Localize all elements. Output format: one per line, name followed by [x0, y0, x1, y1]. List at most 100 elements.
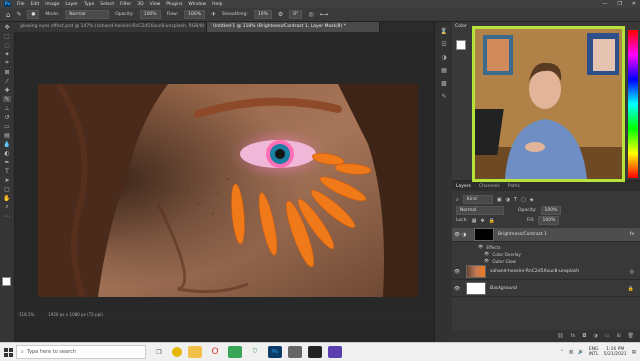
eyedropper-tool-icon[interactable]: ⁄: [3, 78, 11, 85]
clone-stamp-tool-icon[interactable]: ⊥: [3, 105, 11, 112]
angle-input[interactable]: 0°: [289, 10, 303, 19]
hue-slider[interactable]: [628, 30, 638, 178]
properties-panel-icon[interactable]: ☰: [440, 41, 448, 48]
notifications-icon[interactable]: ▤: [632, 350, 636, 355]
fill-input[interactable]: 100%: [538, 216, 560, 225]
marquee-tool-icon[interactable]: ⬚: [3, 33, 11, 40]
chrome-icon[interactable]: [172, 347, 182, 357]
photoshop-taskbar-icon[interactable]: Ps: [268, 346, 282, 358]
gradient-tool-icon[interactable]: ▤: [3, 132, 11, 139]
blur-tool-icon[interactable]: 💧: [3, 141, 11, 148]
swatches-panel-icon[interactable]: ▩: [440, 80, 448, 87]
lasso-tool-icon[interactable]: ◌: [3, 42, 11, 49]
app-icon-shield[interactable]: ⛉: [248, 346, 262, 358]
layer-name[interactable]: sahand-hoseini-RnC2d5Xxuc8-unsplash: [490, 269, 579, 274]
flow-input[interactable]: 100%: [184, 10, 205, 19]
network-icon[interactable]: ▥: [569, 350, 573, 355]
menu-edit[interactable]: Edit: [31, 2, 40, 7]
dodge-tool-icon[interactable]: ◐: [3, 150, 11, 157]
tray-overflow-icon[interactable]: ⌃: [560, 350, 564, 355]
fx-badge[interactable]: fx: [630, 232, 634, 237]
brushes-panel-icon[interactable]: ✎: [440, 93, 448, 100]
eraser-tool-icon[interactable]: ▭: [3, 123, 11, 130]
blend-mode-select[interactable]: Normal: [456, 206, 504, 215]
start-button[interactable]: [0, 343, 16, 361]
effect-color-overlay-row[interactable]: 👁 Color Overlay: [484, 251, 521, 257]
layer-name[interactable]: Brightness/Contrast 1: [498, 232, 547, 237]
menu-type[interactable]: Type: [84, 2, 94, 7]
filter-shape-icon[interactable]: ▢: [521, 197, 526, 203]
app-icon-purple[interactable]: [328, 346, 342, 358]
filter-smart-icon[interactable]: ◈: [530, 197, 534, 203]
pen-tool-icon[interactable]: ✒: [3, 159, 11, 166]
add-style-icon[interactable]: fx: [571, 333, 576, 339]
layer-row-photo[interactable]: 👁 sahand-hoseini-RnC2d5Xxuc8-unsplash ◎: [452, 264, 640, 280]
menu-filter[interactable]: Filter: [120, 2, 131, 7]
filter-pixel-icon[interactable]: ▣: [497, 197, 502, 203]
menu-help[interactable]: Help: [212, 2, 222, 7]
lock-pixels-icon[interactable]: ▦: [472, 218, 477, 224]
more-tools-icon[interactable]: ⋯: [3, 213, 11, 220]
zoom-level[interactable]: 118.1%: [19, 312, 34, 317]
frame-tool-icon[interactable]: ⊠: [3, 69, 11, 76]
quick-select-tool-icon[interactable]: ✦: [3, 51, 11, 58]
menu-window[interactable]: Window: [188, 2, 206, 7]
new-layer-icon[interactable]: ⊞: [616, 333, 620, 339]
tab-untitled-1[interactable]: Untitled-1 @ 118% (Brightness/Contrast 1…: [207, 22, 380, 32]
app-icon-green[interactable]: [228, 346, 242, 358]
lock-all-icon[interactable]: 🔒: [489, 218, 495, 224]
eye-icon[interactable]: 👁: [484, 251, 489, 257]
filter-type-icon[interactable]: T: [514, 197, 517, 203]
crop-tool-icon[interactable]: ⌗: [3, 59, 11, 66]
fg-bg-swatch-icon[interactable]: [456, 40, 466, 50]
new-group-icon[interactable]: ▭: [605, 333, 610, 339]
symmetry-icon[interactable]: ⟷: [320, 11, 329, 18]
tab-glowing-eyes[interactable]: glowing eyes effect.psd @ 147% (sahand-h…: [14, 22, 207, 32]
layer-opacity-input[interactable]: 100%: [540, 206, 562, 215]
tab-layers[interactable]: Layers: [456, 184, 471, 189]
history-brush-tool-icon[interactable]: ↺: [3, 114, 11, 121]
maximize-icon[interactable]: ❐: [617, 1, 621, 7]
hand-tool-icon[interactable]: ✋: [3, 195, 11, 202]
brush-size-picker[interactable]: ●: [27, 10, 40, 19]
menu-layer[interactable]: Layer: [65, 2, 78, 7]
menu-select[interactable]: Select: [100, 2, 114, 7]
foreground-color-swatch[interactable]: [2, 277, 11, 286]
delete-layer-icon[interactable]: 🗑: [628, 333, 634, 339]
airbrush-icon[interactable]: ✈: [211, 11, 216, 18]
menu-3d[interactable]: 3D: [137, 2, 143, 7]
file-explorer-icon[interactable]: [188, 346, 202, 358]
mode-select[interactable]: Normal: [65, 10, 110, 19]
visibility-eye-icon[interactable]: 👁: [452, 269, 462, 275]
lock-position-icon[interactable]: ✥: [481, 218, 485, 224]
region-indicator[interactable]: INTL: [589, 352, 599, 357]
settings-gear-icon[interactable]: ⚙: [278, 11, 283, 18]
layer-name[interactable]: Background: [490, 286, 517, 291]
tab-channels[interactable]: Channels: [479, 184, 500, 189]
zoom-tool-icon[interactable]: ⌕: [3, 203, 11, 210]
opacity-input[interactable]: 100%: [139, 10, 161, 19]
add-mask-icon[interactable]: ◘: [582, 333, 586, 339]
task-view-icon[interactable]: ❐: [152, 346, 166, 358]
app-icon-dark[interactable]: [308, 346, 322, 358]
filter-adjustment-icon[interactable]: ◑: [506, 197, 510, 203]
home-icon[interactable]: ⌂: [6, 11, 10, 19]
menu-view[interactable]: View: [150, 2, 161, 7]
visibility-eye-icon[interactable]: 👁: [452, 232, 462, 238]
effects-row[interactable]: 👁 Effects: [478, 244, 501, 250]
menu-image[interactable]: Image: [45, 2, 59, 7]
app-icon-gray[interactable]: [288, 346, 302, 358]
brush-tool-icon[interactable]: ✎: [3, 96, 11, 103]
layer-mask-thumbnail[interactable]: [474, 228, 494, 241]
clock[interactable]: 1:16 PM 5/21/2021: [604, 347, 627, 357]
visibility-eye-icon[interactable]: 👁: [452, 286, 462, 292]
type-tool-icon[interactable]: T: [3, 168, 11, 175]
history-panel-icon[interactable]: ⌛: [440, 28, 448, 35]
link-layers-icon[interactable]: ⛓: [557, 333, 563, 339]
eye-icon[interactable]: 👁: [478, 244, 483, 250]
layer-thumbnail[interactable]: [466, 282, 486, 295]
document-image[interactable]: [38, 84, 418, 297]
rectangle-tool-icon[interactable]: ▢: [3, 186, 11, 193]
close-icon[interactable]: ✕: [632, 1, 636, 7]
new-adjustment-icon[interactable]: ◑: [593, 333, 597, 339]
